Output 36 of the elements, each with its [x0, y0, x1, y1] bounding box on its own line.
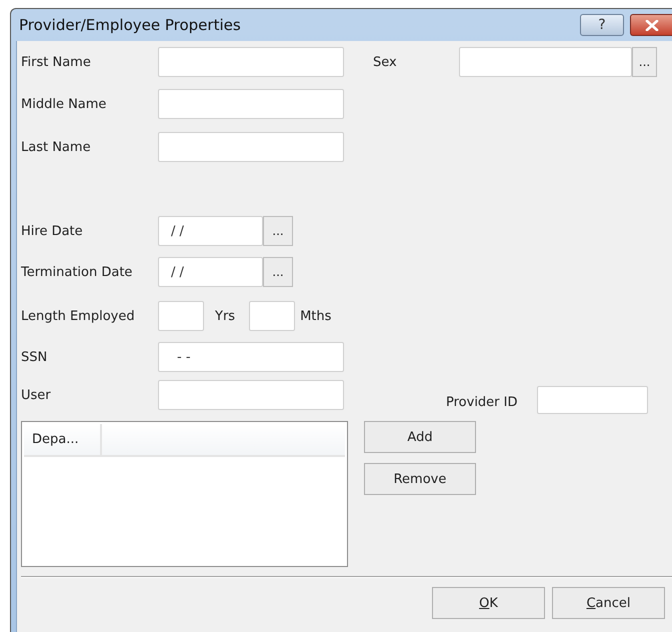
field-label: Provider ID: [446, 395, 518, 410]
text-field[interactable]: [158, 380, 344, 410]
ok-button[interactable]: OK: [432, 587, 545, 619]
remove-button[interactable]: Remove: [364, 463, 476, 495]
field-label: Length Employed: [21, 308, 136, 324]
field-label: User: [21, 388, 52, 402]
close-icon: [644, 20, 658, 30]
text-field[interactable]: - -: [158, 342, 344, 372]
field-label: Termination Date: [21, 264, 134, 280]
date-field[interactable]: / /: [158, 216, 263, 246]
field-label: Last Name: [21, 140, 92, 154]
cancel-button[interactable]: Cancel: [552, 587, 665, 619]
add-button[interactable]: Add: [364, 421, 476, 453]
text-field[interactable]: [158, 132, 344, 162]
provider-id-field[interactable]: [537, 386, 648, 414]
years-field[interactable]: [158, 301, 204, 331]
date-field[interactable]: / /: [158, 257, 263, 287]
browse-button[interactable]: ...: [263, 216, 293, 246]
browse-button[interactable]: ...: [632, 47, 657, 77]
sex-field[interactable]: [459, 47, 632, 77]
field-label: Hire Date: [21, 224, 84, 238]
browse-button[interactable]: ...: [263, 257, 293, 287]
unit-label: Yrs: [215, 308, 236, 324]
text-field[interactable]: [158, 89, 344, 119]
text-field[interactable]: [158, 47, 344, 77]
field-label: SSN: [21, 350, 48, 364]
unit-label: Mths: [300, 308, 332, 324]
close-button[interactable]: [630, 14, 672, 36]
window-title: Provider/Employee Properties: [18, 16, 242, 34]
months-field[interactable]: [249, 301, 296, 331]
field-label: Middle Name: [21, 96, 108, 112]
department-list[interactable]: Depa...: [21, 421, 348, 567]
help-button[interactable]: ?: [580, 14, 624, 36]
field-label: First Name: [21, 54, 92, 70]
column-header[interactable]: Depa...: [24, 424, 102, 457]
field-label: Sex: [373, 54, 398, 70]
